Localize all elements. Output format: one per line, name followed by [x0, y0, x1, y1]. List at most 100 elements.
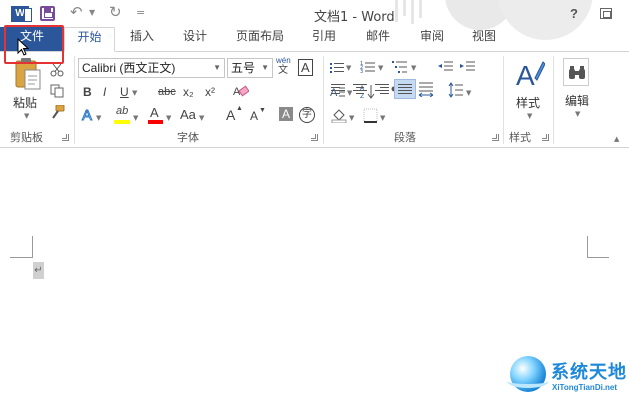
character-border-icon[interactable]: A [298, 59, 313, 76]
subscript-button[interactable]: x₂ [183, 86, 194, 98]
watermark-brand-url: XiTongTianDi.net [552, 383, 618, 392]
watermark-decoration [395, 0, 398, 22]
save-icon[interactable] [40, 6, 55, 21]
font-color-dropdown-icon[interactable]: ▼ [166, 114, 171, 122]
text-effects-button[interactable]: A [81, 108, 92, 124]
text-highlight-dropdown-icon[interactable]: ▼ [133, 114, 138, 122]
tab-review[interactable]: 审阅 [420, 27, 444, 52]
text-effects-dropdown-icon[interactable]: ▼ [96, 114, 101, 122]
editing-dropdown-icon[interactable]: ▼ [575, 110, 580, 118]
underline-button[interactable]: U [120, 86, 129, 98]
undo-dropdown-icon[interactable]: ▼ [89, 8, 95, 17]
align-left-icon[interactable] [331, 83, 345, 95]
tab-home[interactable]: 开始 [64, 27, 115, 52]
mouse-cursor-icon [17, 38, 29, 56]
copy-icon[interactable] [50, 84, 64, 98]
paragraph-group-label: 段落 [394, 131, 416, 144]
annotation-highlight-box [4, 25, 64, 64]
chinese-layout-dropdown-icon[interactable]: ▼ [347, 89, 352, 97]
multilevel-list-icon[interactable] [392, 60, 408, 74]
paste-button-label[interactable]: 粘贴 [13, 94, 37, 111]
group-separator [323, 56, 324, 144]
clipboard-group-label: 剪贴板 [10, 131, 43, 144]
clear-formatting-icon[interactable]: A [233, 84, 249, 98]
tab-design[interactable]: 设计 [183, 27, 207, 52]
numbering-icon[interactable]: 123 [360, 60, 376, 74]
paragraph-dialog-launcher[interactable] [492, 134, 499, 141]
undo-icon[interactable]: ↶ [70, 3, 83, 21]
svg-text:3: 3 [360, 69, 363, 74]
shading-icon[interactable] [331, 107, 347, 123]
align-right-icon[interactable] [375, 83, 389, 95]
align-center-icon[interactable] [353, 83, 367, 95]
numbering-dropdown-icon[interactable]: ▼ [378, 64, 383, 72]
styles-dialog-launcher[interactable] [542, 134, 549, 141]
format-painter-icon[interactable] [50, 105, 65, 120]
font-name-value: Calibri (西文正文) [82, 61, 176, 75]
tab-references[interactable]: 引用 [312, 27, 336, 52]
decrease-indent-icon[interactable] [438, 60, 454, 74]
line-spacing-dropdown-icon[interactable]: ▼ [466, 89, 471, 97]
shrink-font-button[interactable]: A [250, 110, 258, 122]
paragraph-mark[interactable]: ↵ [33, 262, 44, 279]
find-icon-box[interactable] [563, 58, 589, 86]
styles-group-label: 样式 [509, 131, 531, 144]
title-bar: W ↶ ▼ ↻ = 文档1 - Word ? [0, 0, 629, 40]
watermark-decoration [419, 0, 422, 18]
justify-icon[interactable] [398, 83, 412, 95]
customize-qat-icon[interactable]: = [136, 6, 145, 19]
ribbon-display-options-button[interactable] [600, 8, 612, 19]
tab-insert[interactable]: 插入 [130, 27, 154, 52]
redo-icon[interactable]: ↻ [109, 3, 122, 21]
binoculars-icon [569, 66, 585, 79]
phonetic-guide-icon[interactable]: wén [276, 57, 291, 65]
font-dialog-launcher[interactable] [311, 134, 318, 141]
strikethrough-button[interactable]: abc [158, 87, 176, 98]
ribbon-home: 粘贴 ▼ 剪贴板 Calibri (西文正文) ▼ 五号 ▼ wén 文 A B… [0, 51, 629, 148]
text-highlight-button[interactable]: ab [116, 106, 128, 117]
grow-font-button[interactable]: A [226, 108, 235, 122]
font-name-combo[interactable]: Calibri (西文正文) ▼ [78, 58, 225, 78]
cut-icon[interactable] [50, 63, 64, 77]
tab-view[interactable]: 视图 [472, 27, 496, 52]
swoosh-icon [507, 374, 549, 388]
character-shading-button[interactable]: A [279, 107, 294, 121]
multilevel-list-dropdown-icon[interactable]: ▼ [411, 64, 416, 72]
editing-button-label[interactable]: 编辑 [565, 92, 589, 109]
window-title: 文档1 - Word [314, 10, 395, 25]
font-color-bar [148, 120, 163, 124]
word-app-icon[interactable]: W [11, 6, 32, 22]
styles-icon[interactable]: A [515, 58, 545, 90]
bold-button[interactable]: B [83, 86, 92, 98]
phonetic-guide-char-icon[interactable]: 文 [278, 66, 288, 76]
bullets-icon[interactable] [330, 62, 344, 74]
ribbon-tabs: 文件 开始 插入 设计 页面布局 引用 邮件 审阅 视图 [0, 27, 629, 52]
enclose-characters-button[interactable]: 字 [299, 107, 315, 123]
borders-dropdown-icon[interactable]: ▼ [380, 114, 385, 122]
distributed-icon[interactable] [418, 81, 434, 97]
font-name-dropdown-icon[interactable]: ▼ [213, 59, 221, 77]
collapse-ribbon-icon[interactable]: ▲ [614, 135, 619, 143]
shading-dropdown-icon[interactable]: ▼ [349, 114, 354, 122]
superscript-button[interactable]: x² [205, 86, 215, 98]
word-app-icon-letter: W [15, 8, 25, 19]
font-color-button[interactable]: A [150, 106, 159, 119]
tab-mailings[interactable]: 邮件 [366, 27, 390, 52]
bullets-dropdown-icon[interactable]: ▼ [346, 64, 351, 72]
clipboard-dialog-launcher[interactable] [62, 134, 69, 141]
line-spacing-icon[interactable] [448, 82, 464, 98]
help-button[interactable]: ? [570, 6, 578, 21]
font-size-dropdown-icon[interactable]: ▼ [261, 59, 269, 77]
change-case-dropdown-icon[interactable]: ▼ [199, 114, 204, 122]
underline-dropdown-icon[interactable]: ▼ [132, 89, 137, 97]
paste-dropdown-icon[interactable]: ▼ [24, 112, 29, 120]
italic-button[interactable]: I [103, 86, 106, 98]
borders-icon[interactable] [363, 108, 378, 123]
styles-button-label[interactable]: 样式 [516, 94, 540, 111]
styles-dropdown-icon[interactable]: ▼ [527, 112, 532, 120]
tab-page-layout[interactable]: 页面布局 [236, 27, 284, 52]
watermark-brand-text: 系统天地 [551, 362, 627, 383]
change-case-button[interactable]: Aa [180, 108, 196, 121]
font-size-combo[interactable]: 五号 ▼ [227, 58, 273, 78]
increase-indent-icon[interactable] [460, 60, 476, 74]
